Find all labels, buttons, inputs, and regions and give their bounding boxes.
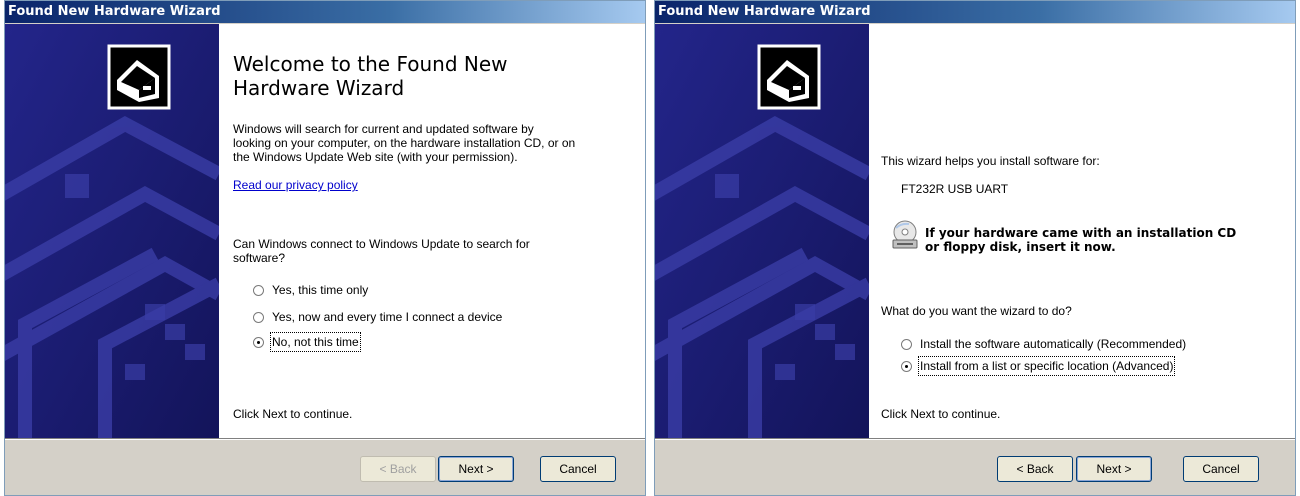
option-label: Install from a list or specific location… bbox=[917, 356, 1176, 376]
button-bar: < Back Next > Cancel bbox=[5, 441, 645, 495]
page-title: Welcome to the Found New Hardware Wizard bbox=[233, 52, 593, 100]
option-no[interactable]: No, not this time bbox=[253, 332, 361, 352]
button-separator bbox=[655, 438, 1295, 440]
option-install-from-list[interactable]: Install from a list or specific location… bbox=[901, 356, 1176, 376]
hardware-box-icon bbox=[757, 44, 821, 110]
question-line: software? bbox=[233, 251, 286, 265]
radio-button[interactable] bbox=[253, 311, 264, 323]
question-line: Can Windows connect to Windows Update to… bbox=[233, 237, 530, 251]
footer-text: Click Next to continue. bbox=[233, 407, 353, 421]
cancel-button[interactable]: Cancel bbox=[540, 456, 616, 482]
back-button[interactable]: < Back bbox=[997, 456, 1073, 482]
wizard-window-welcome: Found New Hardware Wizard Welcome to the… bbox=[4, 0, 646, 496]
wizard-sidebar-banner bbox=[5, 24, 219, 438]
help-text: This wizard helps you install software f… bbox=[881, 154, 1100, 168]
cancel-button[interactable]: Cancel bbox=[1183, 456, 1259, 482]
wizard-content: Welcome to the Found New Hardware Wizard… bbox=[219, 24, 645, 438]
cd-drive-icon bbox=[892, 220, 918, 249]
intro-line: Windows will search for current and upda… bbox=[233, 122, 534, 136]
button-bar: < Back Next > Cancel bbox=[655, 441, 1295, 495]
option-label: Install the software automatically (Reco… bbox=[920, 337, 1187, 351]
page-title-line1: Welcome to the Found New bbox=[233, 52, 508, 76]
intro-text: Windows will search for current and upda… bbox=[233, 122, 575, 164]
hardware-box-icon bbox=[107, 44, 171, 110]
cd-instruction-text: If your hardware came with an installati… bbox=[925, 226, 1236, 254]
next-button[interactable]: Next > bbox=[438, 456, 514, 482]
window-title: Found New Hardware Wizard bbox=[5, 1, 645, 23]
option-label: No, not this time bbox=[270, 332, 361, 352]
footer-text: Click Next to continue. bbox=[881, 407, 1001, 421]
radio-button[interactable] bbox=[253, 284, 264, 296]
sidebar-decoration bbox=[5, 24, 219, 438]
question-text: What do you want the wizard to do? bbox=[881, 304, 1072, 318]
radio-button-selected[interactable] bbox=[253, 336, 264, 348]
radio-button-selected[interactable] bbox=[901, 360, 912, 372]
radio-button[interactable] bbox=[901, 338, 912, 350]
privacy-policy-link[interactable]: Read our privacy policy bbox=[233, 178, 358, 192]
option-install-automatic[interactable]: Install the software automatically (Reco… bbox=[901, 336, 1186, 352]
option-label: Yes, this time only bbox=[272, 283, 369, 297]
question-text: Can Windows connect to Windows Update to… bbox=[233, 237, 530, 265]
next-button[interactable]: Next > bbox=[1076, 456, 1152, 482]
wizard-window-install-options: Found New Hardware Wizard This wizard he… bbox=[654, 0, 1296, 496]
page-title-line2: Hardware Wizard bbox=[233, 76, 405, 100]
wizard-content: This wizard helps you install software f… bbox=[869, 24, 1295, 438]
back-button[interactable]: < Back bbox=[360, 456, 436, 482]
intro-line: the Windows Update Web site (with your p… bbox=[233, 150, 518, 164]
cd-instruction-line: If your hardware came with an installati… bbox=[925, 226, 1237, 240]
intro-line: looking on your computer, on the hardwar… bbox=[233, 136, 576, 150]
sidebar-decoration bbox=[655, 24, 869, 438]
option-yes-always[interactable]: Yes, now and every time I connect a devi… bbox=[253, 309, 502, 325]
device-name: FT232R USB UART bbox=[901, 182, 1009, 196]
wizard-sidebar-banner bbox=[655, 24, 869, 438]
button-separator bbox=[5, 438, 645, 440]
option-yes-once[interactable]: Yes, this time only bbox=[253, 282, 368, 298]
option-label: Yes, now and every time I connect a devi… bbox=[272, 310, 503, 324]
window-title: Found New Hardware Wizard bbox=[655, 1, 1295, 23]
cd-instruction-line: or floppy disk, insert it now. bbox=[925, 240, 1116, 254]
